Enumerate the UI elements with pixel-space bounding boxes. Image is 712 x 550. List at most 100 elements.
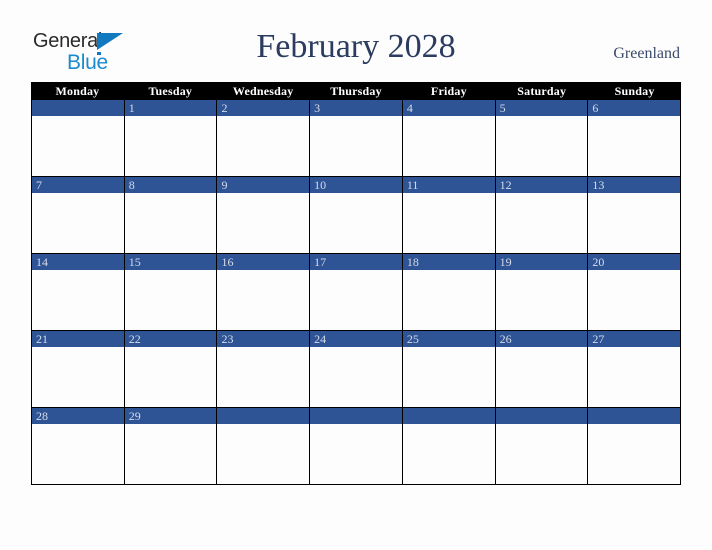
day-note-area[interactable]	[124, 424, 217, 484]
day-cell[interactable]: 9	[217, 177, 311, 253]
day-number: 6	[588, 100, 681, 116]
day-note-area[interactable]	[495, 424, 588, 484]
day-note-area[interactable]	[217, 116, 310, 176]
region-label: Greenland	[613, 45, 680, 62]
day-cell[interactable]: 13	[588, 177, 682, 253]
day-cell[interactable]: 12	[495, 177, 589, 253]
day-note-area[interactable]	[310, 270, 402, 330]
day-note-area[interactable]	[32, 270, 124, 330]
weekday-header-friday: Friday	[430, 84, 467, 98]
day-note-area[interactable]	[124, 116, 217, 176]
day-cell[interactable]: 6	[588, 100, 682, 176]
day-note-area[interactable]	[32, 193, 124, 253]
day-cell[interactable]: 26	[495, 331, 589, 407]
day-note-area[interactable]	[32, 116, 124, 176]
day-cell[interactable]: 19	[495, 254, 589, 330]
day-cell[interactable]: 10	[310, 177, 403, 253]
day-number: 11	[402, 177, 495, 193]
day-cell[interactable]: 18	[402, 254, 496, 330]
day-cell[interactable]: 5	[495, 100, 589, 176]
day-note-area[interactable]	[588, 193, 681, 253]
day-number: 4	[402, 100, 495, 116]
week-row: 1 2 3 4 5 6	[31, 100, 682, 177]
day-number: 15	[124, 254, 217, 270]
day-number: 20	[588, 254, 681, 270]
day-note-area[interactable]	[32, 347, 124, 407]
day-note-area[interactable]	[124, 347, 217, 407]
day-number: 2	[217, 100, 310, 116]
day-note-area[interactable]	[402, 424, 495, 484]
day-number: 25	[402, 331, 495, 347]
day-note-area[interactable]	[495, 116, 588, 176]
weekday-header-thursday: Thursday	[330, 84, 382, 98]
day-cell[interactable]	[495, 408, 589, 484]
day-note-area[interactable]	[310, 193, 402, 253]
day-cell[interactable]	[31, 100, 125, 176]
day-number: 9	[217, 177, 310, 193]
day-cell[interactable]: 21	[31, 331, 125, 407]
day-note-area[interactable]	[217, 193, 310, 253]
weekday-header-row: Monday Tuesday Wednesday Thursday Friday…	[31, 82, 681, 100]
day-note-area[interactable]	[402, 193, 495, 253]
day-number: 22	[124, 331, 217, 347]
day-note-area[interactable]	[310, 347, 402, 407]
day-note-area[interactable]	[495, 270, 588, 330]
day-note-area[interactable]	[588, 347, 681, 407]
day-cell[interactable]: 27	[588, 331, 682, 407]
day-cell[interactable]	[588, 408, 682, 484]
week-row: 28 29	[31, 408, 682, 485]
day-cell[interactable]	[402, 408, 496, 484]
day-note-area[interactable]	[310, 116, 402, 176]
day-cell[interactable]: 28	[31, 408, 125, 484]
day-cell[interactable]: 2	[217, 100, 311, 176]
day-cell[interactable]: 15	[124, 254, 218, 330]
day-number: 5	[495, 100, 588, 116]
day-note-area[interactable]	[588, 116, 681, 176]
day-note-area[interactable]	[495, 347, 588, 407]
weekday-header-tuesday: Tuesday	[148, 84, 193, 98]
day-number: 18	[402, 254, 495, 270]
day-note-area[interactable]	[124, 193, 217, 253]
day-note-area[interactable]	[402, 116, 495, 176]
day-note-area[interactable]	[402, 270, 495, 330]
day-cell[interactable]	[310, 408, 403, 484]
day-cell[interactable]: 24	[310, 331, 403, 407]
day-note-area[interactable]	[217, 347, 310, 407]
day-cell[interactable]: 7	[31, 177, 125, 253]
day-cell[interactable]: 1	[124, 100, 218, 176]
day-note-area[interactable]	[217, 424, 310, 484]
day-cell[interactable]: 17	[310, 254, 403, 330]
day-number	[402, 408, 495, 424]
day-cell[interactable]	[217, 408, 311, 484]
day-number: 8	[124, 177, 217, 193]
calendar-grid: Monday Tuesday Wednesday Thursday Friday…	[31, 82, 682, 485]
week-row: 7 8 9 10 11 12 13	[31, 177, 682, 254]
day-number	[588, 408, 681, 424]
day-note-area[interactable]	[217, 270, 310, 330]
day-note-area[interactable]	[588, 270, 681, 330]
day-cell[interactable]: 20	[588, 254, 682, 330]
day-number: 23	[217, 331, 310, 347]
day-cell[interactable]: 3	[310, 100, 403, 176]
day-cell[interactable]: 4	[402, 100, 496, 176]
day-cell[interactable]: 23	[217, 331, 311, 407]
day-number	[310, 408, 402, 424]
day-note-area[interactable]	[588, 424, 681, 484]
day-cell[interactable]: 11	[402, 177, 496, 253]
day-cell[interactable]: 16	[217, 254, 311, 330]
day-cell[interactable]: 14	[31, 254, 125, 330]
day-number: 21	[32, 331, 124, 347]
day-cell[interactable]: 8	[124, 177, 218, 253]
week-row: 14 15 16 17 18 19 20	[31, 254, 682, 331]
day-cell[interactable]: 22	[124, 331, 218, 407]
day-note-area[interactable]	[495, 193, 588, 253]
day-note-area[interactable]	[124, 270, 217, 330]
day-number: 13	[588, 177, 681, 193]
day-number: 17	[310, 254, 402, 270]
day-note-area[interactable]	[32, 424, 124, 484]
day-cell[interactable]: 25	[402, 331, 496, 407]
day-number: 27	[588, 331, 681, 347]
day-note-area[interactable]	[402, 347, 495, 407]
day-note-area[interactable]	[310, 424, 402, 484]
day-cell[interactable]: 29	[124, 408, 218, 484]
